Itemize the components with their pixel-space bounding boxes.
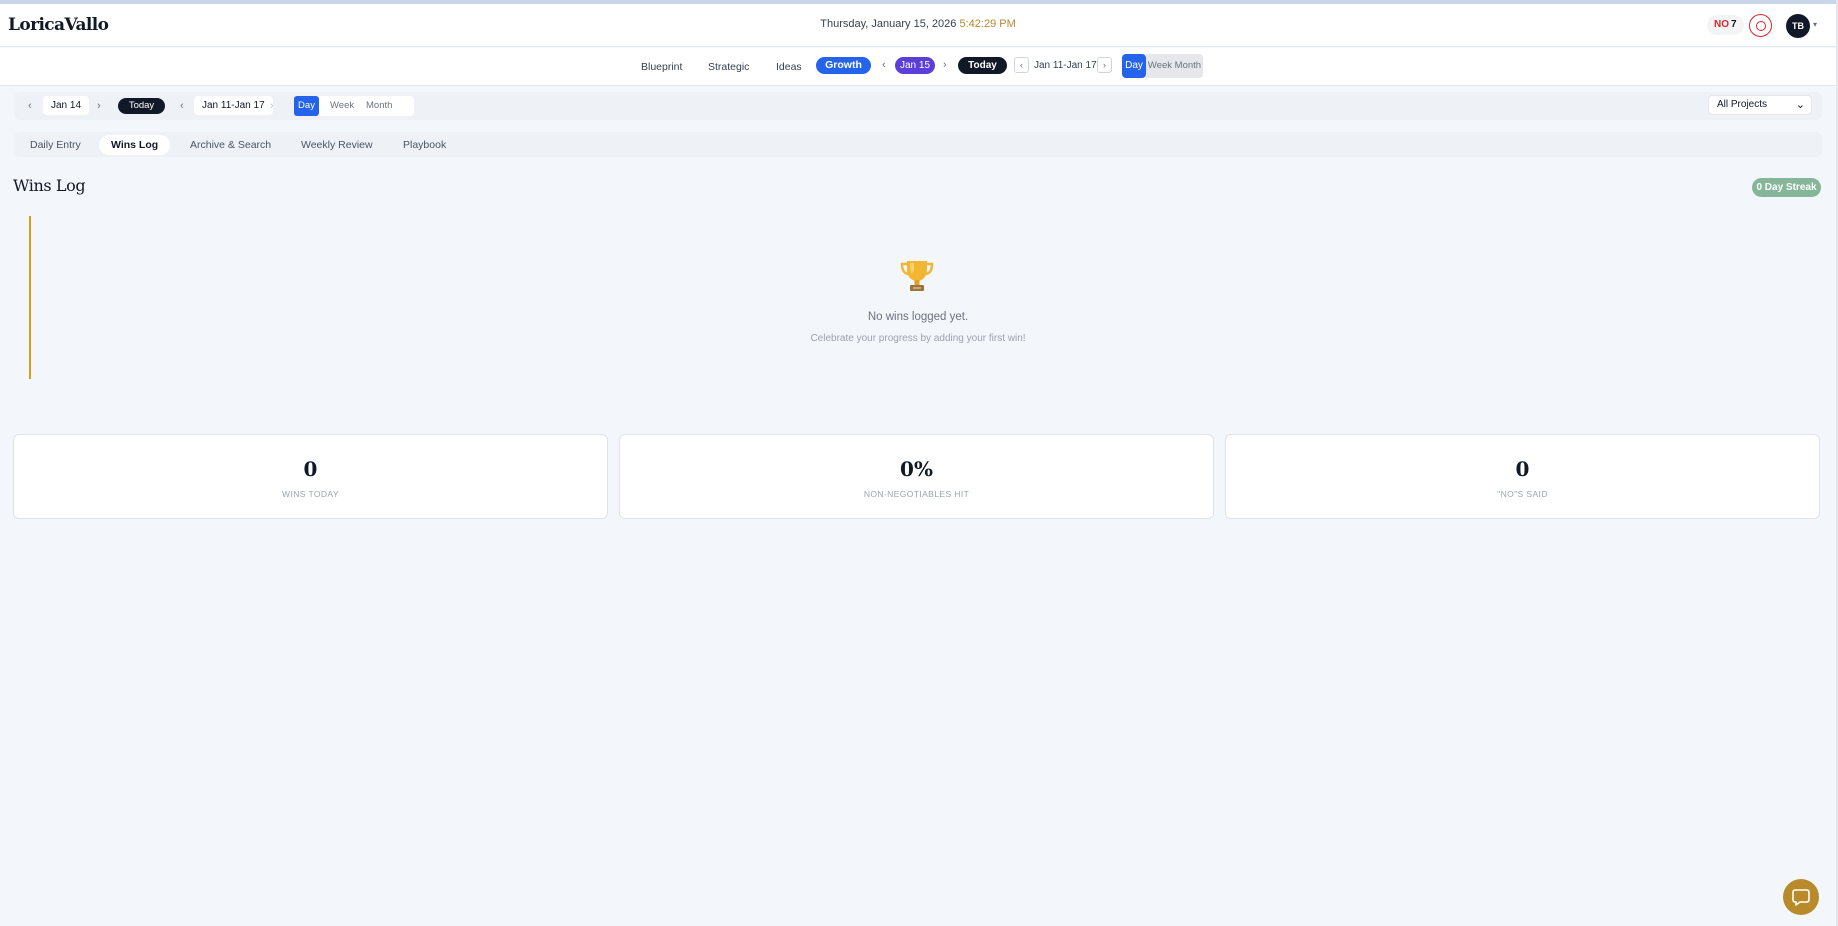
view-week-button[interactable]: Week xyxy=(330,96,354,116)
stat-value: 0% xyxy=(900,457,933,481)
current-time: 5:42:29 PM xyxy=(959,18,1016,30)
tab-archive-search[interactable]: Archive & Search xyxy=(178,135,283,155)
stat-label: "NO"S SAID xyxy=(1497,489,1548,499)
date-toolbar: ‹ Jan 14 › Today ‹ Jan 11-Jan 17 › Day W… xyxy=(14,92,1822,120)
view-day-button[interactable]: Day xyxy=(1122,54,1146,78)
chevron-left-icon[interactable]: ‹ xyxy=(1014,57,1029,73)
no-count: 7 xyxy=(1731,19,1737,30)
view-week-month-buttons[interactable]: Week Month xyxy=(1146,54,1203,78)
tab-daily-entry[interactable]: Daily Entry xyxy=(18,135,93,155)
nav-growth[interactable]: Growth xyxy=(816,57,871,74)
stat-label: NON-NEGOTIABLES HIT xyxy=(863,489,970,499)
current-date-pill[interactable]: Jan 15 xyxy=(895,57,935,74)
stat-value: 0 xyxy=(303,457,318,481)
week-range: Jan 11-Jan 17 xyxy=(1034,60,1097,71)
nav-blueprint[interactable]: Blueprint xyxy=(641,58,682,76)
empty-state-subtitle: Celebrate your progress by adding your f… xyxy=(810,333,1026,344)
projects-select[interactable]: All Projects ⌄ xyxy=(1708,95,1812,115)
current-date: Thursday, January 15, 2026 xyxy=(820,18,957,30)
stat-card-nos-said: 0 "NO"S SAID xyxy=(1225,434,1820,519)
tab-weekly-review[interactable]: Weekly Review xyxy=(289,135,385,155)
tab-wins-log[interactable]: Wins Log xyxy=(99,135,171,155)
view-month-button[interactable]: Month xyxy=(366,96,392,116)
stat-value: 0 xyxy=(1515,457,1530,481)
view-day-button[interactable]: Day xyxy=(294,96,319,116)
tab-playbook[interactable]: Playbook xyxy=(391,135,458,155)
stat-card-non-negotiables: 0% NON-NEGOTIABLES HIT xyxy=(619,434,1214,519)
selected-day[interactable]: Jan 14 xyxy=(43,96,90,115)
no-label: NO xyxy=(1714,19,1729,30)
nav-strategic[interactable]: Strategic xyxy=(708,58,749,76)
avatar[interactable]: TB xyxy=(1786,14,1810,38)
help-chat-button[interactable] xyxy=(1783,879,1819,915)
chevron-left-icon[interactable]: ‹ xyxy=(882,57,886,74)
nav-ideas[interactable]: Ideas xyxy=(776,58,802,76)
projects-select-value: All Projects xyxy=(1717,99,1768,110)
help-chat-icon xyxy=(1792,889,1810,906)
chevron-right-icon[interactable]: › xyxy=(97,97,101,115)
stat-card-wins-today: 0 WINS TODAY xyxy=(13,434,608,519)
section-tabs: Daily Entry Wins Log Archive & Search We… xyxy=(14,132,1822,157)
current-datetime: Thursday, January 15, 2026 5:42:29 PM xyxy=(0,18,1836,30)
chevron-left-icon[interactable]: ‹ xyxy=(180,97,184,115)
today-button[interactable]: Today xyxy=(118,98,165,114)
view-toggle: Day Week Month xyxy=(294,96,414,116)
main-nav: Blueprint Strategic Ideas Growth ‹ Jan 1… xyxy=(0,48,1836,86)
chevron-right-icon[interactable]: › xyxy=(943,57,947,74)
chevron-down-icon[interactable]: ▾ xyxy=(1813,20,1817,29)
chevron-left-icon[interactable]: ‹ xyxy=(28,97,32,115)
streak-badge: 0 Day Streak xyxy=(1752,178,1821,197)
trophy-icon xyxy=(900,261,934,291)
timeline-bar xyxy=(29,216,31,379)
empty-state-title: No wins logged yet. xyxy=(867,311,969,323)
page-title: Wins Log xyxy=(13,176,86,195)
target-icon[interactable] xyxy=(1749,14,1772,37)
chevron-right-icon[interactable]: › xyxy=(270,97,274,115)
chevron-down-icon: ⌄ xyxy=(1795,99,1805,111)
week-range[interactable]: Jan 11-Jan 17 xyxy=(194,96,273,115)
chevron-right-icon[interactable]: › xyxy=(1097,57,1112,73)
stat-label: WINS TODAY xyxy=(282,489,339,499)
today-button[interactable]: Today xyxy=(958,57,1007,74)
no-count-badge[interactable]: NO 7 xyxy=(1707,15,1744,35)
app-header: LoricaVallo Thursday, January 15, 2026 5… xyxy=(0,4,1836,47)
